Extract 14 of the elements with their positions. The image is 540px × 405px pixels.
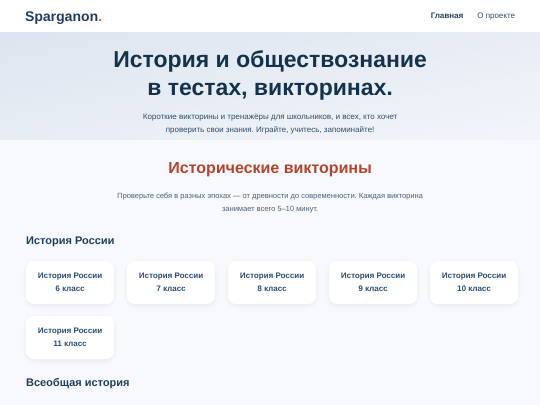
quiz-card[interactable]: История России 6 класс <box>26 260 114 304</box>
hero-subtitle: Короткие викторины и тренажёры для школьников, и всех, кто хочет проверить свои знания. Играйте, учитесь, запоминайте! <box>142 111 398 136</box>
section-title: Исторические викторины <box>167 159 373 179</box>
nav-link[interactable]: Главная <box>430 10 464 22</box>
nav-link[interactable]: О проекте <box>477 10 515 22</box>
quiz-card[interactable]: История России 11 класс <box>26 316 114 358</box>
category-heading: Всеобщая история <box>26 376 130 390</box>
quiz-card[interactable]: История России 10 класс <box>430 260 518 304</box>
quiz-card[interactable]: История России 8 класс <box>228 260 316 304</box>
quiz-card[interactable]: История России 9 класс <box>329 260 417 304</box>
category-heading: История России <box>26 234 116 249</box>
logo[interactable]: Sparganon. <box>25 6 102 26</box>
quiz-card[interactable]: История России 7 класс <box>127 260 215 304</box>
hero-title: История и обществознание в тестах, викторинах. <box>113 45 427 101</box>
